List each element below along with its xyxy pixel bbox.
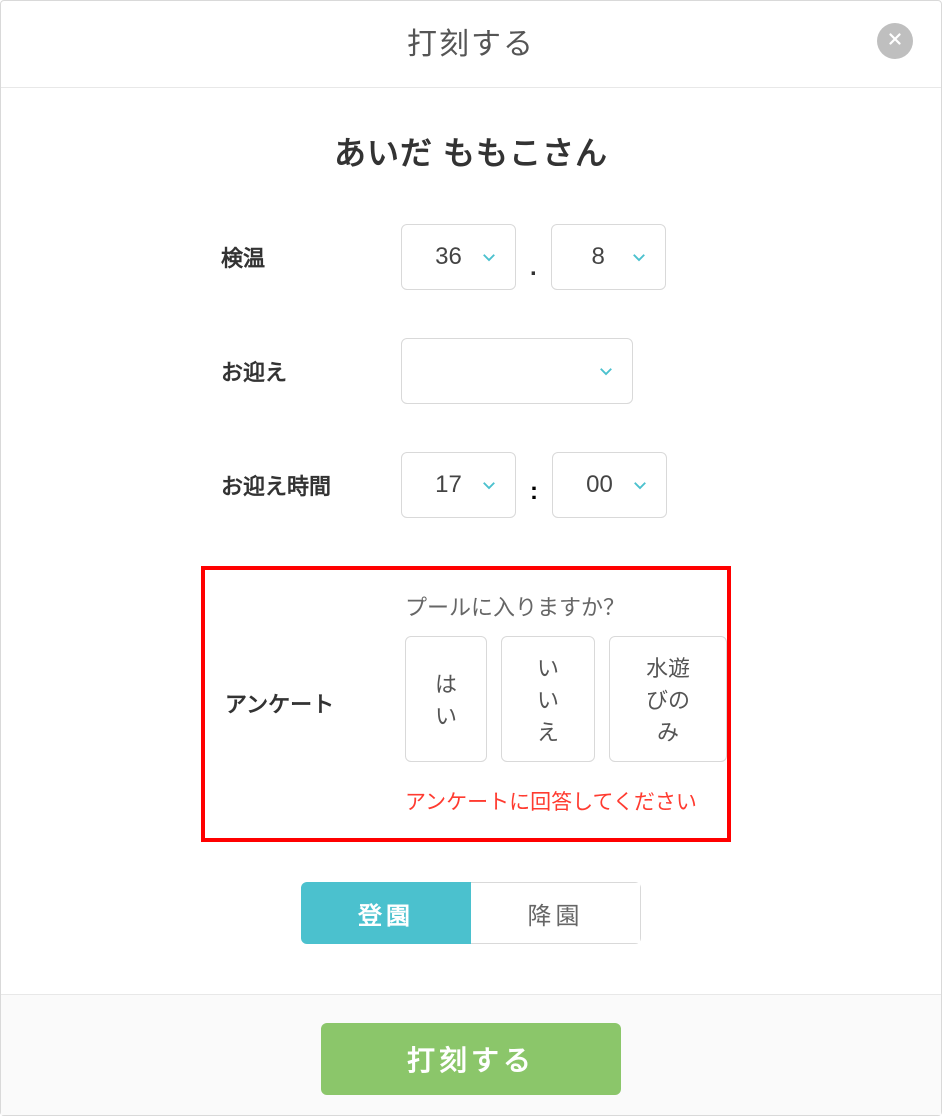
temperature-decimal-select[interactable]: 8 xyxy=(551,224,666,290)
survey-option-wateronly[interactable]: 水遊びのみ xyxy=(609,636,727,762)
survey-question: プールに入りますか？ xyxy=(405,590,727,622)
survey-content: プールに入りますか？ はい いいえ 水遊びのみ アンケートに回答してください xyxy=(405,590,727,816)
chevron-down-icon xyxy=(629,247,649,267)
pickup-minute-select[interactable]: 00 xyxy=(552,452,667,518)
pickup-select[interactable] xyxy=(401,338,633,404)
pickup-label: お迎え xyxy=(221,355,401,387)
modal-footer: 打刻する xyxy=(1,994,941,1115)
pickup-controls xyxy=(401,338,633,404)
close-icon xyxy=(886,30,904,53)
temperature-whole-value: 36 xyxy=(426,243,471,271)
pickup-time-label: お迎え時間 xyxy=(221,469,401,501)
attendance-toggle-row: 登園 降園 xyxy=(1,882,941,944)
temperature-row: 検温 36 . 8 xyxy=(1,224,941,290)
survey-option-yes[interactable]: はい xyxy=(405,636,487,762)
chevron-down-icon xyxy=(479,247,499,267)
temperature-controls: 36 . 8 xyxy=(401,224,666,290)
modal-body: あいだ ももこさん 検温 36 . 8 xyxy=(1,88,941,994)
survey-options: はい いいえ 水遊びのみ xyxy=(405,636,727,762)
pickup-time-separator: : xyxy=(530,478,538,518)
modal-header: 打刻する xyxy=(1,1,941,88)
person-name: あいだ ももこさん xyxy=(1,128,941,174)
pickup-time-controls: 17 : 00 xyxy=(401,452,667,518)
pickup-row: お迎え xyxy=(1,338,941,404)
attendance-toggle: 登園 降園 xyxy=(301,882,641,944)
temperature-decimal-value: 8 xyxy=(576,243,621,271)
pickup-hour-select[interactable]: 17 xyxy=(401,452,516,518)
toggle-arrive[interactable]: 登園 xyxy=(301,882,471,944)
pickup-hour-value: 17 xyxy=(426,471,471,499)
toggle-leave[interactable]: 降園 xyxy=(471,882,641,944)
pickup-time-row: お迎え時間 17 : 00 xyxy=(1,452,941,518)
temperature-whole-select[interactable]: 36 xyxy=(401,224,516,290)
survey-label: アンケート xyxy=(225,687,405,719)
pickup-minute-value: 00 xyxy=(577,471,622,499)
submit-button[interactable]: 打刻する xyxy=(321,1023,621,1095)
temperature-label: 検温 xyxy=(221,241,401,273)
chevron-down-icon xyxy=(596,361,616,381)
survey-block: アンケート プールに入りますか？ はい いいえ 水遊びのみ アンケートに回答して… xyxy=(201,566,731,842)
close-button[interactable] xyxy=(877,23,913,59)
modal: 打刻する あいだ ももこさん 検温 36 . 8 xyxy=(0,0,942,1116)
chevron-down-icon xyxy=(479,475,499,495)
temperature-separator: . xyxy=(530,254,537,290)
survey-error: アンケートに回答してください xyxy=(405,786,727,816)
chevron-down-icon xyxy=(630,475,650,495)
survey-option-no[interactable]: いいえ xyxy=(501,636,595,762)
modal-title: 打刻する xyxy=(407,28,535,61)
